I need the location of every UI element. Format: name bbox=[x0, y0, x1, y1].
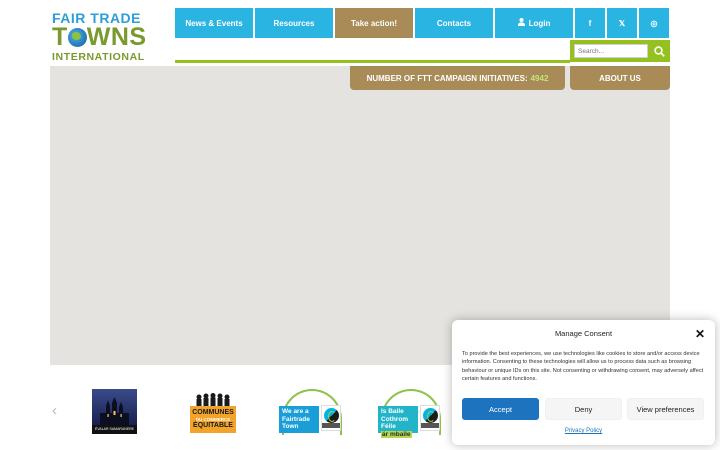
logo-line-3: INTERNATIONAL bbox=[52, 51, 145, 63]
carousel-item-communes-logo[interactable]: COMMUNES DU COMMERCE ÉQUITABLE bbox=[190, 393, 236, 433]
x-icon[interactable]: 𝕏 bbox=[607, 8, 637, 38]
fairtrade-town-text-3: Town bbox=[282, 423, 299, 430]
nav-news-events-label: News & Events bbox=[185, 18, 243, 28]
fairtrade-mark-icon bbox=[321, 405, 341, 431]
nav-news-events[interactable]: News & Events bbox=[175, 8, 253, 38]
consent-dialog: Manage Consent ✕ To provide the best exp… bbox=[452, 320, 715, 445]
search-bar bbox=[570, 40, 670, 62]
close-icon[interactable]: ✕ bbox=[694, 328, 706, 340]
accept-button[interactable]: Accept bbox=[462, 398, 539, 420]
nav-contacts-label: Contacts bbox=[436, 18, 472, 28]
search-icon[interactable] bbox=[650, 42, 668, 60]
nav-contacts[interactable]: Contacts bbox=[415, 8, 493, 38]
logo-line-2-a: T bbox=[52, 23, 68, 51]
fairtrade-town-text: We are a Fairtrade Town bbox=[279, 406, 319, 433]
counter-value: 4942 bbox=[530, 73, 549, 83]
fairtrade-town-text-1: We are a bbox=[282, 408, 309, 415]
search-input[interactable] bbox=[574, 44, 648, 58]
cathedral-icon bbox=[100, 397, 129, 425]
nav-login[interactable]: Login bbox=[495, 8, 573, 38]
carousel-item-city-logo[interactable]: ÉVALAR SAMARANERE LIBRAZ bbox=[92, 389, 137, 434]
privacy-policy-link[interactable]: Privacy Policy bbox=[452, 428, 715, 434]
communes-line-3: ÉQUITABLE bbox=[193, 422, 233, 429]
city-logo-caption: ÉVALAR SAMARANERE LIBRAZ bbox=[92, 425, 137, 434]
instagram-icon[interactable]: ◎ bbox=[639, 8, 669, 38]
view-preferences-button[interactable]: View preferences bbox=[627, 398, 704, 420]
consent-body: To provide the best experiences, we use … bbox=[462, 351, 704, 383]
site-logo[interactable]: FAIR TRADE T WNS INTERNATIONAL bbox=[52, 10, 152, 63]
logo-line-2: T WNS bbox=[52, 23, 147, 51]
logo-line-2-b: WNS bbox=[86, 23, 147, 51]
fairtrade-town-text-2: Fairtrade bbox=[282, 415, 310, 423]
communes-logo-text: COMMUNES DU COMMERCE ÉQUITABLE bbox=[190, 406, 236, 433]
carousel-prev-icon[interactable]: ‹ bbox=[52, 402, 64, 420]
baile-text-2: Cothrom Féile bbox=[381, 415, 409, 431]
communes-line-1: COMMUNES bbox=[192, 409, 234, 416]
facebook-icon[interactable]: f bbox=[575, 8, 605, 38]
nav-take-action-label: Take action! bbox=[350, 18, 398, 28]
nav-resources-label: Resources bbox=[273, 18, 315, 28]
people-icon bbox=[196, 393, 230, 407]
globe-icon bbox=[67, 28, 87, 47]
nav-login-label: Login bbox=[528, 18, 551, 28]
nav-divider bbox=[175, 60, 570, 63]
user-icon bbox=[517, 18, 525, 28]
initiatives-counter[interactable]: NUMBER OF FTT CAMPAIGN INITIATIVES: 4942 bbox=[350, 66, 565, 90]
deny-button[interactable]: Deny bbox=[545, 398, 622, 420]
carousel-item-fairtrade-town-logo[interactable]: We are a Fairtrade Town bbox=[279, 389, 345, 435]
nav-take-action[interactable]: Take action! bbox=[335, 8, 413, 38]
consent-title: Manage Consent bbox=[554, 329, 613, 338]
carousel-item-baile-logo[interactable]: Is Baile Cothrom Féile ár mbaile bbox=[378, 389, 444, 438]
baile-text-3: ár mbaile bbox=[381, 430, 412, 438]
nav-resources[interactable]: Resources bbox=[255, 8, 333, 38]
counter-label: NUMBER OF FTT CAMPAIGN INITIATIVES: bbox=[366, 73, 528, 83]
about-us-button[interactable]: ABOUT US bbox=[570, 66, 670, 90]
baile-text: Is Baile Cothrom Féile ár mbaile bbox=[378, 406, 418, 438]
baile-text-1: Is Baile bbox=[381, 408, 404, 415]
fairtrade-mark-icon bbox=[420, 405, 440, 431]
page: FAIR TRADE T WNS INTERNATIONAL News & Eve… bbox=[0, 0, 720, 450]
